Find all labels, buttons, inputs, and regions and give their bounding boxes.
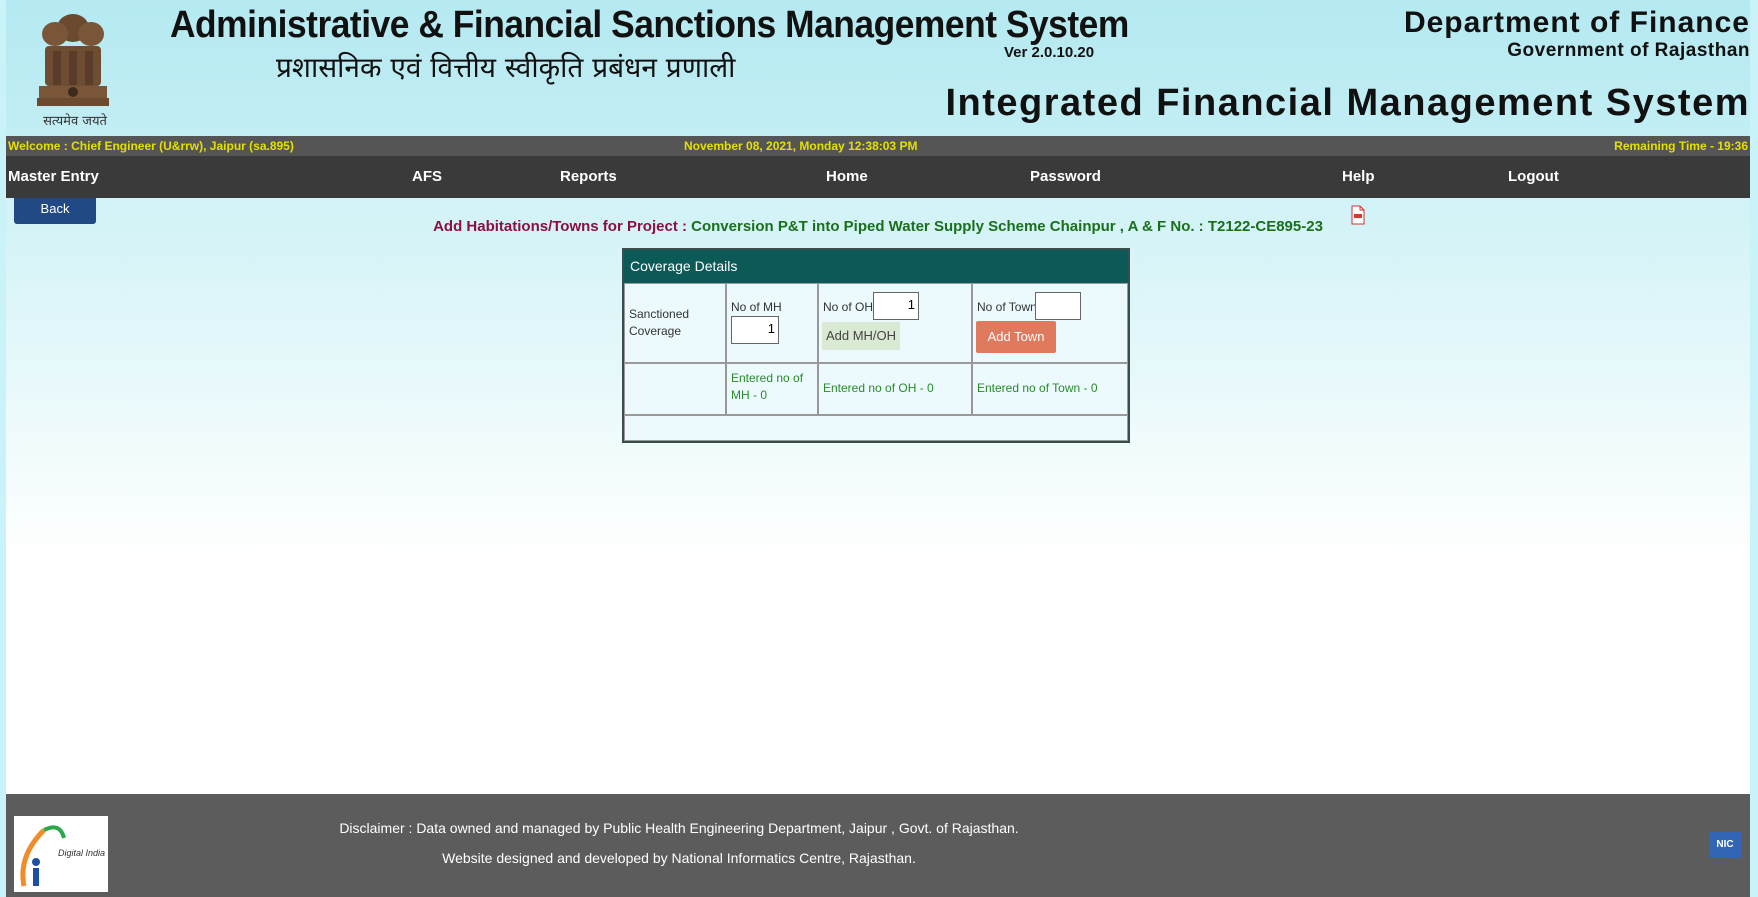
coverage-footer-row (624, 415, 1128, 441)
entered-town-cell: Entered no of Town - 0 (972, 363, 1128, 415)
add-town-button[interactable]: Add Town (976, 321, 1056, 353)
town-count-input[interactable] (1035, 292, 1081, 320)
department-title: Department of Finance (1403, 6, 1750, 39)
status-bar: Welcome : Chief Engineer (U&rrw), Jaipur… (6, 136, 1750, 156)
ifms-title: Integrated Financial Management System (945, 82, 1750, 124)
entered-oh-text: Entered no of OH - 0 (823, 381, 934, 395)
app-version: Ver 2.0.10.20 (1004, 44, 1095, 61)
designed-by-text: Website designed and developed by Nation… (442, 850, 916, 866)
main-menu: Master Entry AFS Reports Home Password H… (6, 156, 1750, 198)
coverage-title: Coverage Details (624, 250, 1128, 283)
footer: Digital India Disclaimer : Data owned an… (6, 794, 1750, 897)
header: सत्यमेव जयते Administrative & Financial … (6, 0, 1750, 136)
project-heading: Add Habitations/Towns for Project : Conv… (6, 218, 1750, 235)
nic-logo: NIC (1709, 832, 1741, 858)
welcome-text: Welcome : Chief Engineer (U&rrw), Jaipur… (8, 139, 294, 153)
pdf-icon[interactable] (1351, 205, 1365, 225)
entered-mh-text: Entered no of MH - 0 (731, 371, 804, 402)
project-name: Conversion P&T into Piped Water Supply S… (691, 218, 1323, 235)
emblem-motto: सत्यमेव जयते (43, 114, 107, 129)
remaining-time: Remaining Time - 19:36 (1614, 139, 1748, 153)
disclaimer-text: Disclaimer : Data owned and managed by P… (339, 820, 1019, 836)
menu-password[interactable]: Password (1030, 168, 1101, 185)
menu-reports[interactable]: Reports (560, 168, 617, 185)
entered-mh-cell: Entered no of MH - 0 (726, 363, 818, 415)
mh-label: No of MH (731, 300, 782, 314)
menu-help[interactable]: Help (1342, 168, 1375, 185)
project-label: Add Habitations/Towns for Project : (433, 218, 692, 235)
menu-home[interactable]: Home (826, 168, 868, 185)
page-frame: सत्यमेव जयते Administrative & Financial … (6, 0, 1750, 897)
menu-afs[interactable]: AFS (412, 168, 442, 185)
mh-count-input[interactable]: 1 (731, 316, 779, 344)
menu-master-entry[interactable]: Master Entry (8, 168, 99, 185)
sanctioned-coverage-label: Sanctioned Coverage (629, 307, 690, 338)
menu-logout[interactable]: Logout (1508, 168, 1559, 185)
entered-oh-cell: Entered no of OH - 0 (818, 363, 972, 415)
sanctioned-coverage-cell: Sanctioned Coverage (624, 283, 726, 363)
datetime-text: November 08, 2021, Monday 12:38:03 PM (684, 139, 918, 153)
government-title: Government of Rajasthan (1507, 40, 1750, 61)
town-label: No of Town (977, 300, 1037, 314)
add-mh-oh-button[interactable]: Add MH/OH (822, 322, 900, 350)
app-title-hindi: प्रशासनिक एवं वित्तीय स्वीकृति प्रबंधन प… (276, 51, 736, 84)
app-title: Administrative & Financial Sanctions Man… (170, 4, 1129, 46)
oh-label: No of OH (823, 300, 874, 314)
oh-count-input[interactable]: 1 (873, 292, 919, 320)
mh-cell: No of MH 1 (726, 283, 818, 363)
entered-town-text: Entered no of Town - 0 (977, 381, 1098, 395)
entered-blank-cell (624, 363, 726, 415)
